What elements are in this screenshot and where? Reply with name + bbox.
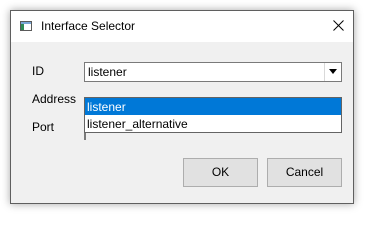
id-dropdown-list[interactable]: listener listener_alternative bbox=[84, 97, 342, 133]
id-combobox[interactable]: listener bbox=[84, 62, 342, 82]
window-title: Interface Selector bbox=[41, 19, 136, 33]
port-label: Port bbox=[32, 120, 55, 134]
id-combobox-value: listener bbox=[88, 65, 127, 79]
dropdown-option-listener[interactable]: listener bbox=[85, 98, 341, 115]
close-button[interactable] bbox=[323, 11, 353, 41]
window-app-icon bbox=[20, 21, 32, 31]
port-field-edge bbox=[84, 133, 86, 140]
id-label: ID bbox=[32, 64, 44, 78]
id-combobox-dropdown-button[interactable] bbox=[324, 63, 341, 81]
cancel-button[interactable]: Cancel bbox=[267, 158, 342, 187]
interface-selector-dialog: Interface Selector ID Address Port liste… bbox=[10, 10, 354, 204]
dropdown-option-listener-alternative[interactable]: listener_alternative bbox=[85, 115, 341, 132]
close-icon bbox=[333, 20, 344, 31]
ok-button[interactable]: OK bbox=[183, 158, 258, 187]
address-label: Address bbox=[32, 92, 77, 106]
chevron-down-icon bbox=[329, 69, 337, 74]
title-bar: Interface Selector bbox=[11, 11, 353, 42]
